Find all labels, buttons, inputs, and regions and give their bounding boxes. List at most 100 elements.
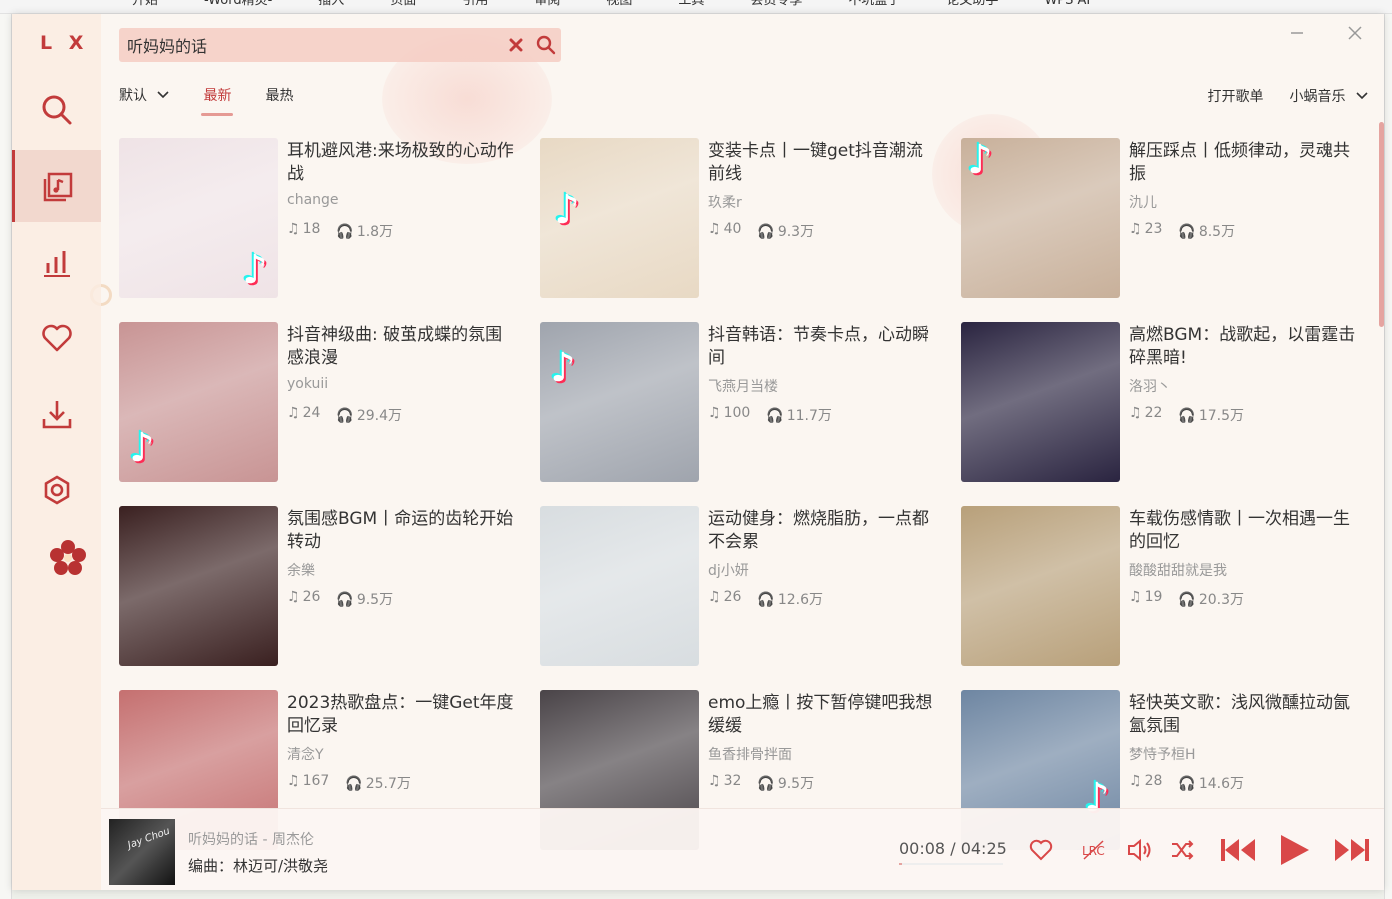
playlist-title[interactable]: 耳机避风港:来场极致的心动作战 — [287, 140, 518, 186]
song-count: ♫ 19 — [1129, 589, 1162, 609]
playlist-info: 抖音神级曲: 破茧成蝶的氛围感浪漫 yokuii ♫ 24 🎧 29.4万 — [278, 322, 518, 482]
playlist-card[interactable]: ♪ 抖音神级曲: 破茧成蝶的氛围感浪漫 yokuii ♫ 24 🎧 29.4万 — [119, 322, 540, 482]
song-count: ♫ 32 — [708, 773, 741, 793]
playlist-title[interactable]: 抖音神级曲: 破茧成蝶的氛围感浪漫 — [287, 324, 518, 370]
next-button[interactable] — [1333, 833, 1371, 867]
search-submit-button[interactable] — [531, 30, 561, 60]
play-count: 🎧 11.7万 — [766, 405, 832, 425]
headphones-icon: 🎧 — [1178, 408, 1196, 424]
song-count: ♫ 22 — [1129, 405, 1162, 425]
headphones-icon: 🎧 — [1178, 224, 1196, 240]
ribbon-tab: -Word精灵- — [204, 0, 273, 8]
volume-button[interactable] — [1126, 833, 1154, 867]
playlist-cover[interactable]: ♪ — [540, 322, 699, 482]
playlist-stats: ♫ 24 🎧 29.4万 — [287, 405, 518, 425]
playlist-card[interactable]: 车载伤感情歌丨一次相遇一生的回忆 酸酸甜甜就是我 ♫ 19 🎧 20.3万 — [961, 506, 1382, 666]
time-separator: / — [950, 839, 956, 858]
playlist-cover[interactable] — [961, 506, 1120, 666]
sidebar-search-button[interactable] — [12, 74, 101, 146]
comment-button[interactable] — [1028, 833, 1054, 867]
source-select[interactable]: 小蜗音乐 — [1290, 86, 1368, 106]
playlist-cover[interactable] — [540, 506, 699, 666]
play-count: 🎧 12.6万 — [757, 589, 823, 609]
music-note-icon: ♫ — [1129, 773, 1142, 789]
chevron-down-icon — [1356, 92, 1368, 100]
progress-bar[interactable] — [899, 863, 1003, 865]
now-playing-cover[interactable]: Jay Chou — [109, 819, 175, 885]
heart-icon — [41, 324, 72, 352]
playlist-cover[interactable]: ♪ — [119, 322, 278, 482]
playlist-title[interactable]: 解压踩点丨低频律动，灵魂共振 — [1129, 140, 1360, 186]
song-count-value: 26 — [723, 589, 742, 605]
sidebar-playlist-button[interactable] — [12, 150, 101, 222]
play-count-value: 9.3万 — [777, 224, 815, 240]
playlist-author: 余樂 — [287, 563, 315, 579]
playlist-card[interactable]: ♪ 解压踩点丨低频律动，灵魂共振 氿儿 ♫ 23 🎧 8.5万 — [961, 138, 1382, 298]
sidebar-download-button[interactable] — [12, 378, 101, 450]
play-count-value: 8.5万 — [1198, 224, 1236, 240]
playlist-title[interactable]: emo上瘾丨按下暂停键吧我想缓缓 — [708, 692, 939, 738]
shuffle-button[interactable] — [1169, 833, 1195, 867]
close-window-button[interactable] — [1342, 20, 1368, 46]
previous-button[interactable] — [1219, 833, 1257, 867]
play-count: 🎧 29.4万 — [336, 405, 402, 425]
tab-default[interactable]: 默认 — [119, 86, 170, 116]
open-playlist-button[interactable]: 打开歌单 — [1208, 86, 1264, 106]
song-count: ♫ 167 — [287, 773, 329, 793]
playlist-author: 鱼香排骨拌面 — [708, 747, 792, 763]
playlist-title[interactable]: 高燃BGM：战歌起，以雷霆击碎黑暗! — [1129, 324, 1360, 370]
song-count: ♫ 23 — [1129, 221, 1162, 241]
playlist-card[interactable]: 运动健身：燃烧脂肪，一点都不会累 dj小妍 ♫ 26 🎧 12.6万 — [540, 506, 961, 666]
playlist-card[interactable]: 高燃BGM：战歌起，以雷霆击碎黑暗! 洛羽丶 ♫ 22 🎧 17.5万 — [961, 322, 1382, 482]
song-count-value: 167 — [302, 773, 330, 789]
playlist-cover[interactable] — [119, 506, 278, 666]
playlist-title[interactable]: 2023热歌盘点：一键Get年度回忆录 — [287, 692, 518, 738]
lyrics-button[interactable]: LRC — [1081, 833, 1109, 867]
headphones-icon: 🎧 — [757, 224, 775, 240]
playlist-title[interactable]: 变装卡点丨一键get抖音潮流前线 — [708, 140, 939, 186]
playlist-card[interactable]: ♪ 耳机避风港:来场极致的心动作战 change ♫ 18 🎧 1.8万 — [119, 138, 540, 298]
tab-newest[interactable]: 最新 — [201, 86, 234, 116]
playlist-info: 运动健身：燃烧脂肪，一点都不会累 dj小妍 ♫ 26 🎧 12.6万 — [699, 506, 939, 666]
headphones-icon: 🎧 — [1178, 776, 1196, 792]
tab-hottest[interactable]: 最热 — [265, 86, 293, 116]
music-note-icon: ♫ — [1129, 221, 1142, 237]
sidebar-settings-button[interactable] — [12, 454, 101, 526]
playlist-cover[interactable]: ♪ — [119, 138, 278, 298]
sidebar-favorites-button[interactable] — [12, 302, 101, 374]
playlist-cover[interactable]: ♪ — [540, 138, 699, 298]
cover-caption: Jay Chou — [126, 825, 172, 852]
play-count: 🎧 14.6万 — [1178, 773, 1244, 793]
search-input[interactable]: 听妈妈的话 — [127, 33, 501, 57]
skip-back-icon — [1221, 839, 1255, 861]
play-count-value: 25.7万 — [365, 776, 411, 792]
playlist-title[interactable]: 车载伤感情歌丨一次相遇一生的回忆 — [1129, 508, 1360, 554]
playlist-author: change — [287, 192, 339, 208]
song-count-value: 23 — [1144, 221, 1163, 237]
player-bar: Jay Chou 听妈妈的话 - 周杰伦 编曲：林迈可/洪敬尧 00:08 / … — [101, 808, 1384, 890]
minimize-button[interactable] — [1284, 20, 1310, 46]
headphones-icon: 🎧 — [336, 224, 354, 240]
comment-heart-icon — [1029, 839, 1053, 861]
search-box[interactable]: 听妈妈的话 — [119, 28, 561, 62]
play-button[interactable] — [1277, 833, 1311, 867]
music-app-window: L X 听妈妈的话 默认 最新 最热 打开歌单 小蜗音乐 ♪ 耳机避风港:来场极… — [12, 14, 1384, 890]
playlist-author: dj小妍 — [708, 563, 749, 579]
playlist-cover[interactable]: ♪ — [961, 138, 1120, 298]
song-count-value: 32 — [723, 773, 742, 789]
music-note-icon: ♫ — [708, 221, 721, 237]
playlist-title[interactable]: 运动健身：燃烧脂肪，一点都不会累 — [708, 508, 939, 554]
playlist-title[interactable]: 轻快英文歌：浅风微醺拉动氤氳氛围 — [1129, 692, 1360, 738]
playlist-title[interactable]: 氛围感BGM丨命运的齿轮开始转动 — [287, 508, 518, 554]
app-logo: L X — [40, 32, 89, 54]
playlist-cover[interactable] — [961, 322, 1120, 482]
playlist-card[interactable]: ♪ 变装卡点丨一键get抖音潮流前线 玖柔r ♫ 40 🎧 9.3万 — [540, 138, 961, 298]
playlist-card[interactable]: 氛围感BGM丨命运的齿轮开始转动 余樂 ♫ 26 🎧 9.5万 — [119, 506, 540, 666]
playlist-title[interactable]: 抖音韩语：节奏卡点，心动瞬间 — [708, 324, 939, 370]
song-count-value: 28 — [1144, 773, 1163, 789]
clear-search-button[interactable] — [501, 30, 531, 60]
playlist-card[interactable]: ♪ 抖音韩语：节奏卡点，心动瞬间 飞燕月当楼 ♫ 100 🎧 11.7万 — [540, 322, 961, 482]
music-note-icon: ♫ — [287, 221, 300, 237]
sidebar-charts-button[interactable] — [12, 226, 101, 298]
shuffle-icon — [1172, 840, 1194, 860]
